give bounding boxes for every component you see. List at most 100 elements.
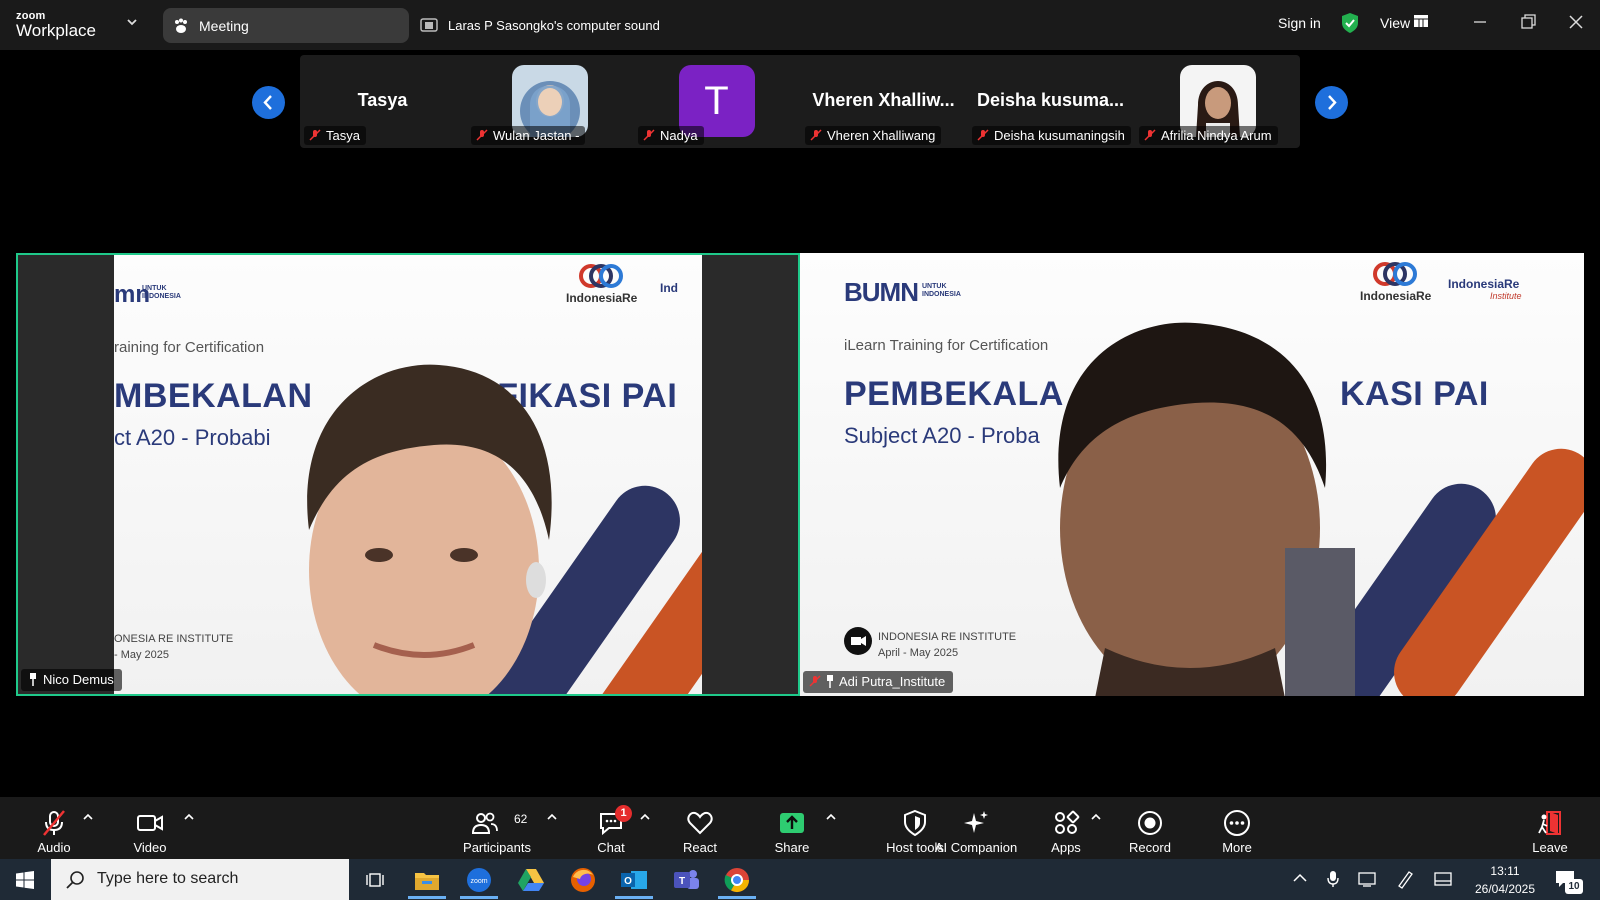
video-tile-active-speaker[interactable]: mn UNTUK INDONESIA IndonesiaRe Ind raini… xyxy=(16,253,800,696)
google-drive-icon[interactable] xyxy=(516,865,546,895)
minimize-icon[interactable] xyxy=(1468,10,1492,34)
chat-unread-badge: 1 xyxy=(615,805,632,822)
title-bar: zoom Workplace Meeting Laras P Sasongko'… xyxy=(0,0,1600,50)
chat-button[interactable]: 1 Chat xyxy=(584,797,638,859)
chat-options-caret[interactable] xyxy=(640,813,650,821)
taskbar-clock[interactable]: 13:11 26/04/2025 xyxy=(1470,862,1540,898)
participant-name-tag: Nadya xyxy=(638,126,704,145)
more-icon xyxy=(1224,810,1250,836)
participants-options-caret[interactable] xyxy=(547,813,557,821)
grid-view-icon[interactable] xyxy=(1414,15,1428,27)
slide-cert-text: raining for Certification xyxy=(114,339,265,356)
filmstrip-tile[interactable]: T Nadya xyxy=(634,55,799,148)
muted-mic-icon xyxy=(476,129,488,141)
pin-icon xyxy=(827,675,833,688)
teams-icon[interactable]: T xyxy=(671,865,701,895)
workplace-logo: Workplace xyxy=(16,21,96,40)
ai-companion-button[interactable]: AI Companion xyxy=(930,797,1022,859)
restore-icon[interactable] xyxy=(1516,10,1540,34)
meeting-toolbar: Audio Video 62 Participants 1 Chat React… xyxy=(0,797,1600,859)
outlook-icon[interactable]: O xyxy=(619,865,649,895)
audio-button[interactable]: Audio xyxy=(28,797,80,859)
keyboard-tray-icon[interactable] xyxy=(1434,871,1452,887)
encryption-shield-icon[interactable] xyxy=(1340,12,1360,34)
chrome-icon[interactable] xyxy=(722,865,752,895)
muted-mic-icon xyxy=(1144,129,1156,141)
more-button[interactable]: More xyxy=(1209,797,1265,859)
windows-start-icon[interactable] xyxy=(16,871,34,889)
muted-mic-icon xyxy=(809,675,821,687)
firefox-icon[interactable] xyxy=(568,865,598,895)
slide-subject: Subject A20 - Proba xyxy=(844,423,1040,448)
participants-count: 62 xyxy=(514,812,528,826)
indonesiare-logo-text: IndonesiaRe xyxy=(566,291,638,305)
filmstrip-prev-button[interactable] xyxy=(252,86,285,119)
sign-in-link[interactable]: Sign in xyxy=(1278,15,1321,31)
video-tile[interactable]: BUMN UNTUK INDONESIA IndonesiaRe Indones… xyxy=(800,253,1584,696)
slide-subject: ct A20 - Probabi xyxy=(114,425,271,450)
meeting-label: Meeting xyxy=(199,18,249,34)
taskbar-search-box[interactable]: Type here to search xyxy=(51,859,349,900)
tray-overflow-chevron-icon[interactable] xyxy=(1293,873,1307,883)
speaker-person xyxy=(1058,322,1355,696)
paw-icon xyxy=(175,18,187,33)
record-button[interactable]: Record xyxy=(1122,797,1178,859)
share-options-caret[interactable] xyxy=(826,813,836,821)
bumn-sub: UNTUK INDONESIA xyxy=(922,283,961,298)
bumn-sub: UNTUK INDONESIA xyxy=(142,285,181,300)
shield-icon xyxy=(904,809,926,837)
slide-cert-text: iLearn Training for Certification xyxy=(844,337,1049,354)
virtual-background-slide: BUMN UNTUK INDONESIA IndonesiaRe Indones… xyxy=(800,253,1584,696)
indonesiare-logo-icon xyxy=(1370,261,1420,292)
pen-tray-icon[interactable] xyxy=(1396,869,1414,889)
sparkle-icon xyxy=(964,811,988,833)
filmstrip-tile[interactable]: Wulan Jastan - xyxy=(467,55,632,148)
filmstrip-tile[interactable]: Afrilia Nindya Arum xyxy=(1135,55,1300,148)
active-app-indicator xyxy=(460,896,498,899)
participants-icon xyxy=(471,812,498,834)
chevron-left-icon xyxy=(263,95,272,110)
meeting-tab[interactable]: Meeting xyxy=(163,8,409,43)
video-name-tag: Adi Putra_Institute xyxy=(803,671,954,693)
apps-button[interactable]: Apps xyxy=(1038,797,1094,859)
search-icon xyxy=(66,871,84,889)
filmstrip-tile[interactable]: Vheren Xhalliw... Vheren Xhalliwang xyxy=(801,55,966,148)
share-button[interactable]: Share xyxy=(762,797,822,859)
apps-icon xyxy=(1055,810,1080,834)
leave-button[interactable]: Leave xyxy=(1522,797,1578,859)
indonesiare-logo-text: IndonesiaRe xyxy=(1360,289,1432,303)
participant-name-tag: Wulan Jastan - xyxy=(471,126,586,145)
svg-text:T: T xyxy=(679,876,685,887)
filmstrip-next-button[interactable] xyxy=(1315,86,1348,119)
video-button[interactable]: Video xyxy=(124,797,176,859)
active-app-indicator xyxy=(615,896,653,899)
participants-button[interactable]: 62 Participants xyxy=(456,797,538,859)
microphone-tray-icon[interactable] xyxy=(1326,870,1340,888)
record-icon xyxy=(1138,811,1162,835)
muted-mic-icon xyxy=(309,129,321,141)
notification-count-badge: 10 xyxy=(1565,879,1583,894)
clock-date: 26/04/2025 xyxy=(1474,882,1536,896)
chevron-down-icon[interactable] xyxy=(126,16,138,30)
task-view-icon[interactable] xyxy=(361,865,391,895)
participant-display-name: Vheren Xhalliw... xyxy=(812,90,955,110)
filmstrip-tile[interactable]: Deisha kusuma... Deisha kusumaningsih xyxy=(968,55,1133,148)
file-explorer-icon[interactable] xyxy=(412,865,442,895)
view-button[interactable]: View xyxy=(1380,15,1410,31)
bumn-logo: BUMN xyxy=(844,277,919,307)
apps-options-caret[interactable] xyxy=(1091,813,1101,821)
institute-script: Institute xyxy=(1490,291,1522,301)
close-icon[interactable] xyxy=(1564,10,1588,34)
filmstrip-tile[interactable]: Tasya Tasya xyxy=(300,55,465,148)
participant-display-name: Tasya xyxy=(357,90,408,110)
heart-icon xyxy=(687,811,713,835)
react-button[interactable]: React xyxy=(672,797,728,859)
windows-taskbar: Type here to search zoom O T 13:11 26/04… xyxy=(0,859,1600,900)
svg-text:O: O xyxy=(624,876,632,887)
chevron-right-icon xyxy=(1328,95,1337,110)
audio-options-caret[interactable] xyxy=(83,813,93,821)
video-options-caret[interactable] xyxy=(184,813,194,821)
slide-institute: ONESIA RE INSTITUTE - May 2025 xyxy=(114,633,234,661)
display-tray-icon[interactable] xyxy=(1358,870,1376,888)
zoom-app-icon[interactable]: zoom xyxy=(464,865,494,895)
